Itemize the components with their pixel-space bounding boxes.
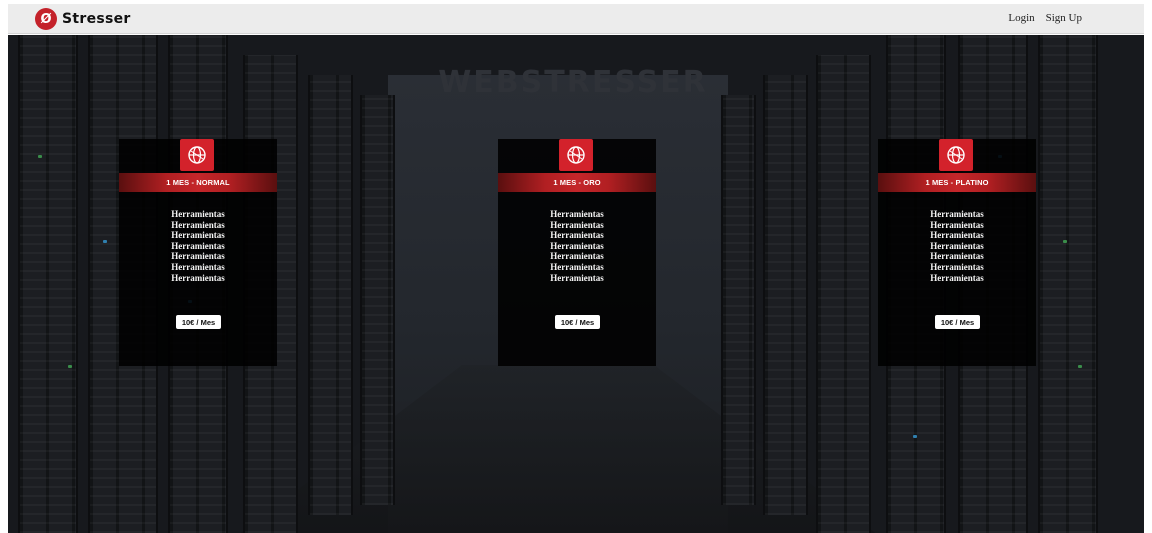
feature-item: Herramientas	[171, 261, 225, 272]
server-rack	[721, 95, 756, 505]
feature-item: Herramientas	[550, 240, 604, 251]
status-led	[1063, 240, 1067, 243]
plan-card-oro: 1 MES - ORO Herramientas Herramientas He…	[498, 139, 656, 366]
price-button[interactable]: 10€ / Mes	[935, 315, 980, 329]
feature-item: Herramientas	[171, 272, 225, 283]
server-rack	[360, 95, 395, 505]
plan-card-normal: 1 MES - NORMAL Herramientas Herramientas…	[119, 139, 277, 366]
status-led	[913, 435, 917, 438]
plan-card-platino: 1 MES - PLATINO Herramientas Herramienta…	[878, 139, 1036, 366]
shield-logo-icon: Ø	[35, 8, 57, 30]
feature-item: Herramientas	[550, 261, 604, 272]
feature-item: Herramientas	[930, 272, 984, 283]
login-link[interactable]: Login	[1008, 12, 1034, 24]
feature-item: Herramientas	[171, 251, 225, 262]
plan-title: 1 MES - PLATINO	[878, 173, 1036, 192]
status-led	[103, 240, 107, 243]
feature-item: Herramientas	[550, 230, 604, 241]
feature-item: Herramientas	[930, 219, 984, 230]
feature-list: Herramientas Herramientas Herramientas H…	[878, 209, 1036, 283]
price-button[interactable]: 10€ / Mes	[176, 315, 221, 329]
globe-icon	[180, 139, 214, 171]
server-rack	[1038, 35, 1098, 533]
feature-item: Herramientas	[930, 209, 984, 219]
server-rack	[18, 35, 78, 533]
status-led	[68, 365, 72, 368]
feature-item: Herramientas	[550, 251, 604, 262]
brand-name: Stresser	[62, 11, 131, 27]
status-led	[38, 155, 42, 158]
background-watermark: WEBSTRESSER	[438, 65, 708, 100]
feature-item: Herramientas	[171, 240, 225, 251]
feature-item: Herramientas	[171, 209, 225, 219]
globe-icon	[939, 139, 973, 171]
feature-item: Herramientas	[930, 261, 984, 272]
status-led	[1078, 365, 1082, 368]
server-rack	[763, 75, 808, 515]
price-button[interactable]: 10€ / Mes	[555, 315, 600, 329]
feature-list: Herramientas Herramientas Herramientas H…	[119, 209, 277, 283]
nav-links: Login Sign Up	[1008, 12, 1082, 24]
globe-icon	[559, 139, 593, 171]
plan-title: 1 MES - NORMAL	[119, 173, 277, 192]
feature-item: Herramientas	[550, 209, 604, 219]
server-rack	[816, 55, 871, 533]
feature-item: Herramientas	[550, 219, 604, 230]
signup-link[interactable]: Sign Up	[1046, 12, 1082, 24]
feature-item: Herramientas	[930, 240, 984, 251]
feature-list: Herramientas Herramientas Herramientas H…	[498, 209, 656, 283]
feature-item: Herramientas	[930, 230, 984, 241]
plan-title: 1 MES - ORO	[498, 173, 656, 192]
server-rack	[308, 75, 353, 515]
feature-item: Herramientas	[171, 219, 225, 230]
brand[interactable]: Ø Stresser	[35, 7, 131, 31]
feature-item: Herramientas	[171, 230, 225, 241]
feature-item: Herramientas	[930, 251, 984, 262]
feature-item: Herramientas	[550, 272, 604, 283]
top-navbar: Ø Stresser Login Sign Up	[8, 4, 1144, 34]
